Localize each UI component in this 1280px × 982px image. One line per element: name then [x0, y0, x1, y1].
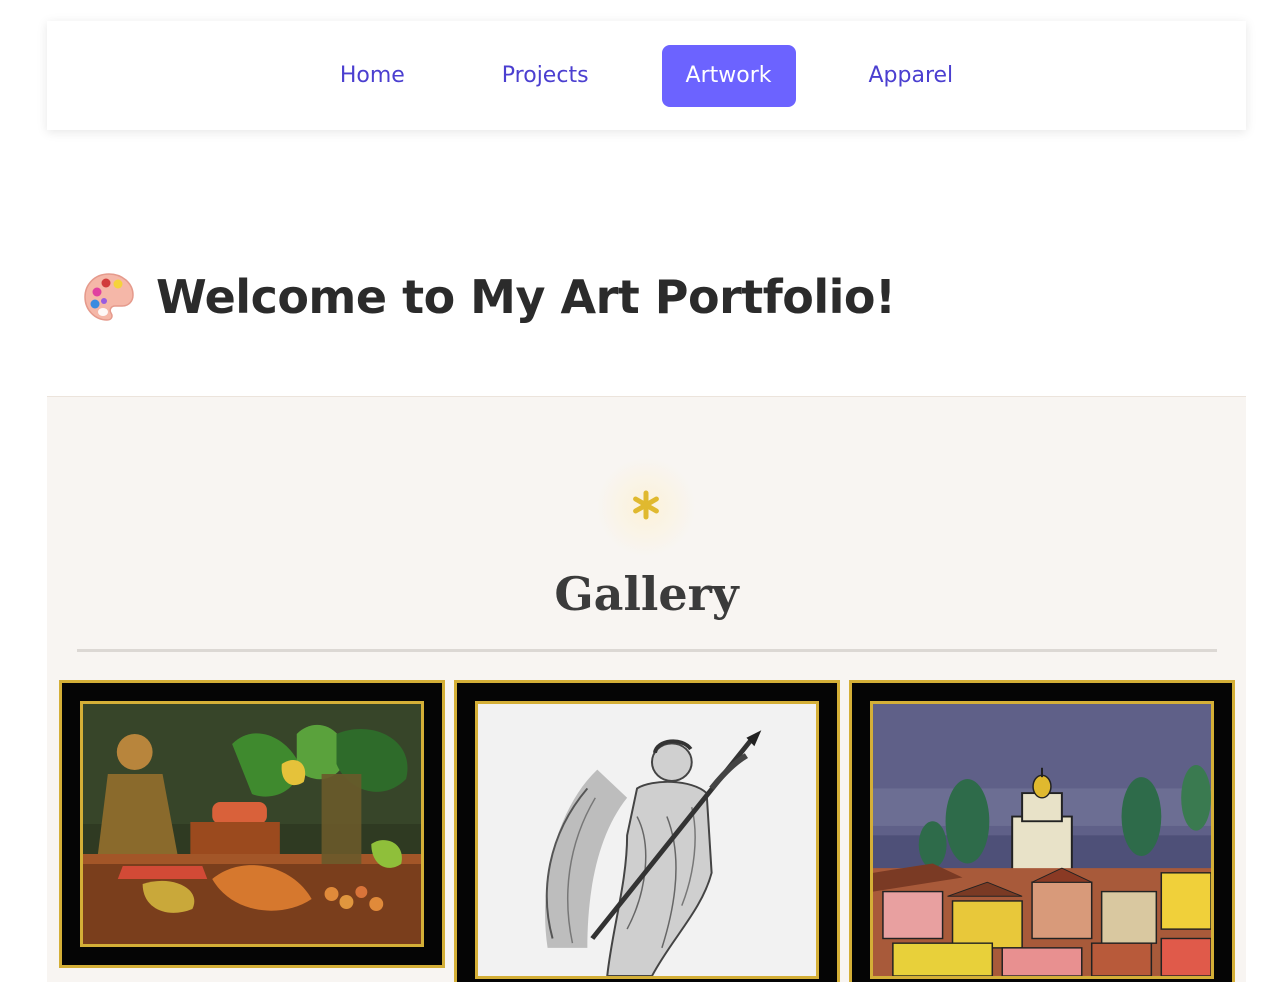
gallery-section: Gallery: [47, 396, 1246, 982]
palette-icon: [84, 273, 134, 321]
nav-home-link[interactable]: Home: [316, 45, 429, 107]
nav-projects-link[interactable]: Projects: [478, 45, 613, 107]
gallery-divider: [77, 649, 1217, 652]
sparkle-star-icon: [633, 490, 659, 520]
city-illustration: [873, 704, 1211, 976]
artwork-card-angel[interactable]: [454, 680, 840, 982]
artwork-card-city[interactable]: [849, 680, 1235, 982]
artwork-image-city[interactable]: [870, 701, 1214, 979]
nav-list: Home Projects Artwork Apparel: [316, 44, 978, 107]
hero-section: Welcome to My Art Portfolio!: [82, 270, 896, 324]
page: Home Projects Artwork Apparel Welcome to…: [0, 0, 1280, 982]
nav-apparel-link[interactable]: Apparel: [845, 45, 978, 107]
gallery-title: Gallery: [554, 567, 739, 621]
artwork-image-angel[interactable]: [475, 701, 819, 979]
page-title: Welcome to My Art Portfolio!: [156, 270, 896, 324]
artwork-image-still-life[interactable]: [80, 701, 424, 947]
artwork-card-still-life[interactable]: [59, 680, 445, 968]
still-life-illustration: [83, 704, 421, 944]
angel-illustration: [478, 704, 816, 976]
top-navbar: Home Projects Artwork Apparel: [47, 21, 1246, 130]
nav-artwork-link[interactable]: Artwork: [661, 44, 796, 107]
